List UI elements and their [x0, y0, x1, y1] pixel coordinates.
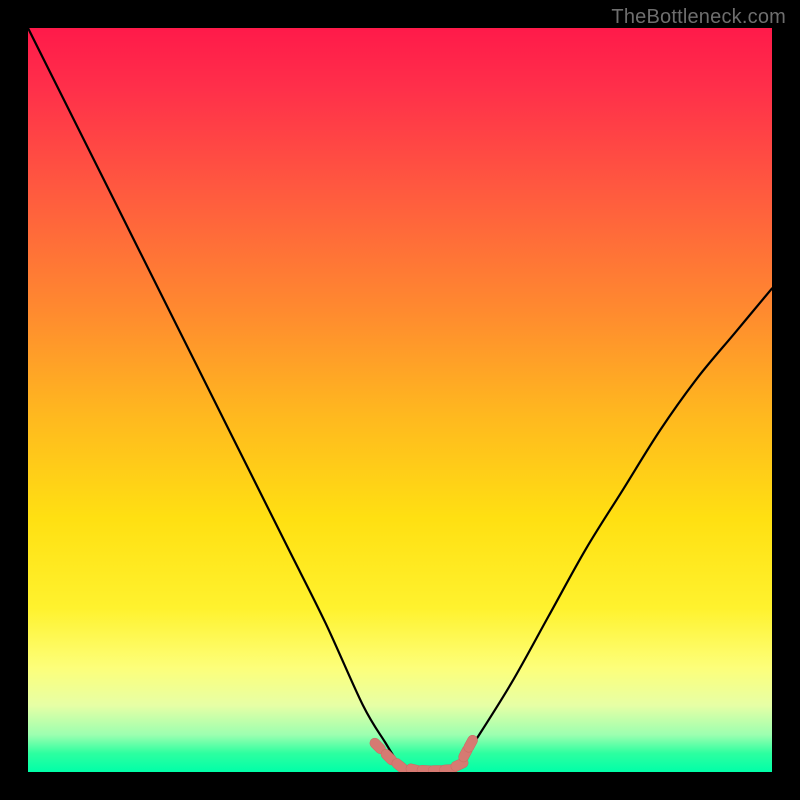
plot-area [28, 28, 772, 772]
bottleneck-curve [28, 28, 772, 772]
chart-frame: TheBottleneck.com [0, 0, 800, 800]
watermark-label: TheBottleneck.com [611, 6, 786, 29]
curve-markers [368, 733, 480, 772]
chart-svg [28, 28, 772, 772]
